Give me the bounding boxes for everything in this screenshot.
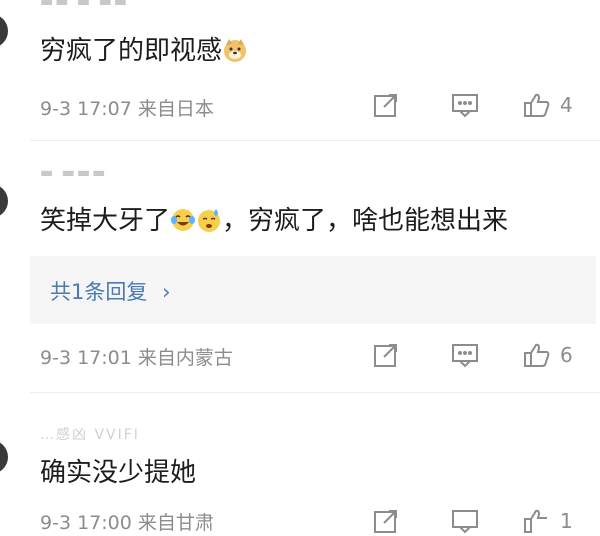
comment-text-content: 笑掉大牙了 — [40, 206, 171, 236]
laugh-cry-emoji-icon — [171, 209, 196, 231]
comment-text-content: ，穷疯了，啥也能想出来 — [222, 206, 509, 236]
comment-meta: 9-3 17:01 来自内蒙古 — [40, 347, 233, 369]
share-icon — [374, 344, 397, 367]
avatar[interactable] — [0, 440, 8, 474]
chevron-right-icon: › — [162, 280, 171, 304]
comment-text: 笑掉大牙了 ，穷疯了，啥也能想出来 — [40, 200, 508, 237]
replies-link[interactable]: 共1条回复 › — [50, 276, 170, 306]
avatar[interactable] — [0, 184, 8, 218]
comment-button[interactable] — [450, 90, 480, 120]
commenter-name[interactable]: …感凶 VVIFI — [40, 424, 140, 444]
replies-label: 共1条回复 — [50, 280, 148, 304]
like-count: 1 — [560, 509, 573, 533]
comment-button[interactable] — [450, 506, 480, 536]
comment-icon — [452, 510, 478, 534]
comment-actions: 4 — [372, 90, 592, 120]
like-icon — [524, 509, 547, 533]
divider — [30, 140, 600, 141]
share-icon — [374, 94, 397, 117]
comment-text-content: 穷疯了的即视感 — [40, 36, 223, 66]
comment-meta: 9-3 17:07 来自日本 — [40, 98, 214, 120]
like-button[interactable]: 1 — [522, 506, 573, 536]
like-icon — [524, 93, 550, 117]
like-button[interactable]: 4 — [522, 90, 573, 120]
sweat-face-emoji-icon — [198, 209, 221, 232]
comment-text: 穷疯了的即视感 — [40, 30, 248, 67]
commenter-name[interactable]: ▬ ▬▬▬ — [40, 165, 107, 181]
like-button[interactable]: 6 — [522, 340, 573, 370]
share-icon — [374, 510, 397, 533]
like-count: 6 — [560, 343, 573, 367]
replies-box[interactable]: 共1条回复 › — [30, 256, 596, 324]
comment-text: 确实没少提她 — [40, 452, 196, 489]
share-button[interactable] — [372, 90, 400, 120]
like-count: 4 — [560, 93, 573, 117]
share-button[interactable] — [372, 506, 400, 536]
comment-actions: 6 — [372, 340, 592, 370]
divider — [30, 392, 600, 393]
commenter-name[interactable]: ▬▬ ▬ ▬▬ — [40, 0, 129, 10]
comment-meta: 9-3 17:00 来自甘肃 — [40, 512, 214, 534]
comment-icon — [452, 344, 478, 368]
comment-text-content: 确实没少提她 — [40, 458, 197, 488]
comment-button[interactable] — [450, 340, 480, 370]
avatar[interactable] — [0, 14, 8, 48]
doge-emoji-icon — [224, 39, 247, 62]
comment-icon — [452, 94, 478, 118]
like-icon — [524, 343, 550, 367]
share-button[interactable] — [372, 340, 400, 370]
comment-actions: 1 — [372, 506, 592, 536]
